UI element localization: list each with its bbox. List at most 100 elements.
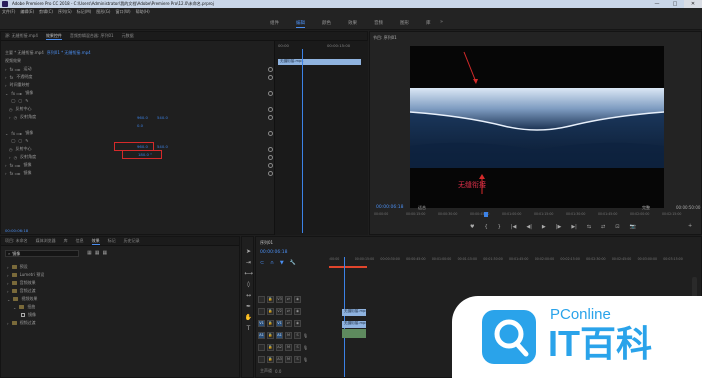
wrench-icon[interactable]: 🔧 xyxy=(290,260,296,266)
ripple-edit-tool-icon[interactable]: ⟷ xyxy=(244,269,253,278)
track-label-a1[interactable]: A1 xyxy=(276,331,283,339)
list-item-presets[interactable]: › 预设 xyxy=(7,264,28,270)
effect-opacity[interactable]: › fx 不透明度 xyxy=(5,74,32,80)
step-back-button[interactable]: ◀| xyxy=(526,224,532,230)
menu-edit[interactable]: 编辑(E) xyxy=(20,9,34,15)
step-forward-button[interactable]: |▶ xyxy=(556,224,562,230)
lock-icon[interactable]: 🔒 xyxy=(267,307,274,315)
track-label-a3[interactable]: A3 xyxy=(276,355,283,363)
fit-dropdown[interactable]: 适合 xyxy=(418,205,426,211)
stopwatch-icon[interactable]: ◷ xyxy=(9,147,13,152)
list-item-lumetri[interactable]: › Lumetri 预设 xyxy=(7,272,44,278)
program-tab[interactable]: 节目: 序列01 xyxy=(373,35,397,41)
ellipse-mask-icon[interactable]: ◯ xyxy=(11,98,15,103)
effect-motion[interactable]: › fx ▭▸ 运动 xyxy=(5,66,31,72)
maximize-button[interactable]: □ xyxy=(666,0,684,8)
chevron-right-icon[interactable]: › xyxy=(7,281,9,286)
value-angle2[interactable]: 180.0 ° xyxy=(138,152,152,157)
reset-icon[interactable] xyxy=(268,163,273,168)
solo-button[interactable]: S xyxy=(294,355,301,363)
solo-button[interactable]: S xyxy=(294,331,301,339)
clip-v2[interactable]: 无缝衔接.mp4 xyxy=(342,309,366,316)
pen-mask-icon[interactable]: ✎ xyxy=(25,138,28,143)
menu-clip[interactable]: 剪辑(C) xyxy=(39,9,53,15)
source-patch-v1[interactable]: V1 xyxy=(258,319,265,327)
effect-mirror-2[interactable]: ⌄ fx ▭▸ 镜像 xyxy=(5,130,33,136)
extract-button[interactable]: ⇄ xyxy=(601,224,605,230)
close-button[interactable]: ✕ xyxy=(684,0,702,8)
value-center1-x[interactable]: 960.0 xyxy=(137,115,148,120)
value-center2-y[interactable]: 540.0 xyxy=(157,144,168,149)
chevron-down-icon[interactable]: ⌄ xyxy=(5,91,8,96)
target-toggle[interactable] xyxy=(258,343,265,351)
mute-button[interactable]: M xyxy=(285,343,292,351)
menu-window[interactable]: 窗口(W) xyxy=(115,9,130,15)
timeline-playhead[interactable] xyxy=(344,257,345,377)
reset-icon[interactable] xyxy=(268,75,273,80)
type-tool-icon[interactable]: T xyxy=(244,324,253,333)
camera-icon[interactable]: 📷 xyxy=(629,224,635,230)
effect-clip-bar[interactable]: 无缝衔接.mp4 xyxy=(278,59,361,65)
chevron-right-icon[interactable]: › xyxy=(5,171,7,176)
tab-audio-mixer[interactable]: 音频剪辑混合器: 序列01 xyxy=(70,33,114,39)
lock-icon[interactable]: 🔒 xyxy=(267,331,274,339)
chevron-right-icon[interactable]: › xyxy=(7,265,9,270)
menu-graphics[interactable]: 图形(G) xyxy=(96,9,110,15)
minimize-button[interactable]: — xyxy=(648,0,666,8)
track-select-tool-icon[interactable]: ⇥ xyxy=(244,258,253,267)
play-button[interactable]: ▶ xyxy=(542,224,546,230)
lock-icon[interactable]: 🔒 xyxy=(267,355,274,363)
menu-sequence[interactable]: 序列(S) xyxy=(58,9,72,15)
list-item-audio-transitions[interactable]: › 音频过渡 xyxy=(7,288,36,294)
tab-history[interactable]: 历史记录 xyxy=(124,238,140,244)
search-input[interactable]: 镜像 xyxy=(12,251,20,257)
tab-info[interactable]: 信息 xyxy=(76,238,84,244)
ellipse-mask-icon[interactable]: ◯ xyxy=(11,138,15,143)
effect-timeremap[interactable]: › 时间重映射 xyxy=(5,82,30,88)
chevron-right-icon[interactable]: › xyxy=(7,289,9,294)
program-ruler[interactable]: 00:00:00 00:00:15:00 00:00:30:00 00:00:45:0… xyxy=(374,212,699,219)
sync-icon[interactable]: ⇄ xyxy=(285,307,292,315)
linked-selection-icon[interactable]: ∩ xyxy=(270,260,274,266)
export-frame-button[interactable]: ⊡ xyxy=(615,224,619,230)
go-to-out-button[interactable]: ▶| xyxy=(571,224,577,230)
eye-icon[interactable]: ◉ xyxy=(294,295,301,303)
pen-mask-icon[interactable]: ✎ xyxy=(25,98,28,103)
chevron-right-icon[interactable]: › xyxy=(9,155,11,160)
chevron-down-icon[interactable]: ⌄ xyxy=(13,305,16,310)
track-label-a2[interactable]: A2 xyxy=(276,343,283,351)
chevron-right-icon[interactable]: › xyxy=(5,67,7,72)
pen-tool-icon[interactable]: ✒ xyxy=(244,302,253,311)
value-center2-x[interactable]: 960.0 xyxy=(137,144,148,149)
32bit-icon[interactable]: ▦ xyxy=(95,250,100,256)
value-angle1[interactable]: 0.0 xyxy=(137,123,143,128)
menu-help[interactable]: 帮助(H) xyxy=(136,9,150,15)
mute-button[interactable]: M xyxy=(285,331,292,339)
effect-mirror-3[interactable]: › fx ▭▸ 镜像 xyxy=(5,162,31,168)
stopwatch-icon[interactable]: ◷ xyxy=(9,107,13,112)
chevron-right-icon[interactable]: › xyxy=(5,163,7,168)
workspace-color[interactable]: 颜色 xyxy=(322,20,331,26)
mark-out-button[interactable]: } xyxy=(498,224,501,230)
menu-marker[interactable]: 标记(M) xyxy=(77,9,92,15)
workspace-audio[interactable]: 音频 xyxy=(374,20,383,26)
chevron-right-icon[interactable]: › xyxy=(9,115,11,120)
list-item-distort[interactable]: ⌄ 扭曲 xyxy=(13,304,35,310)
effect-timeline-area[interactable]: 00:00 00:00:15:00 无缝衔接.mp4 xyxy=(274,41,368,235)
tab-project[interactable]: 项目: 未命名 xyxy=(5,238,28,244)
track-label-v3[interactable]: V3 xyxy=(276,295,283,303)
work-area-bar[interactable] xyxy=(329,266,367,268)
workspace-more-icon[interactable]: » xyxy=(440,19,443,25)
sync-icon[interactable]: ⇄ xyxy=(285,295,292,303)
quality-dropdown[interactable]: 完整 xyxy=(642,205,650,211)
source-patch-a1[interactable]: A1 xyxy=(258,331,265,339)
reset-icon[interactable] xyxy=(268,171,273,176)
eye-icon[interactable]: ◉ xyxy=(294,319,301,327)
track-label-v1[interactable]: V1 xyxy=(276,319,283,327)
tab-libraries[interactable]: 库 xyxy=(64,238,68,244)
go-to-in-button[interactable]: |◀ xyxy=(511,224,517,230)
reset-icon[interactable] xyxy=(268,67,273,72)
playhead-line[interactable] xyxy=(302,49,303,233)
list-item-mirror[interactable]: 镜像 xyxy=(21,312,36,318)
effect-mirror-4[interactable]: › fx ▭▸ 镜像 xyxy=(5,170,31,176)
